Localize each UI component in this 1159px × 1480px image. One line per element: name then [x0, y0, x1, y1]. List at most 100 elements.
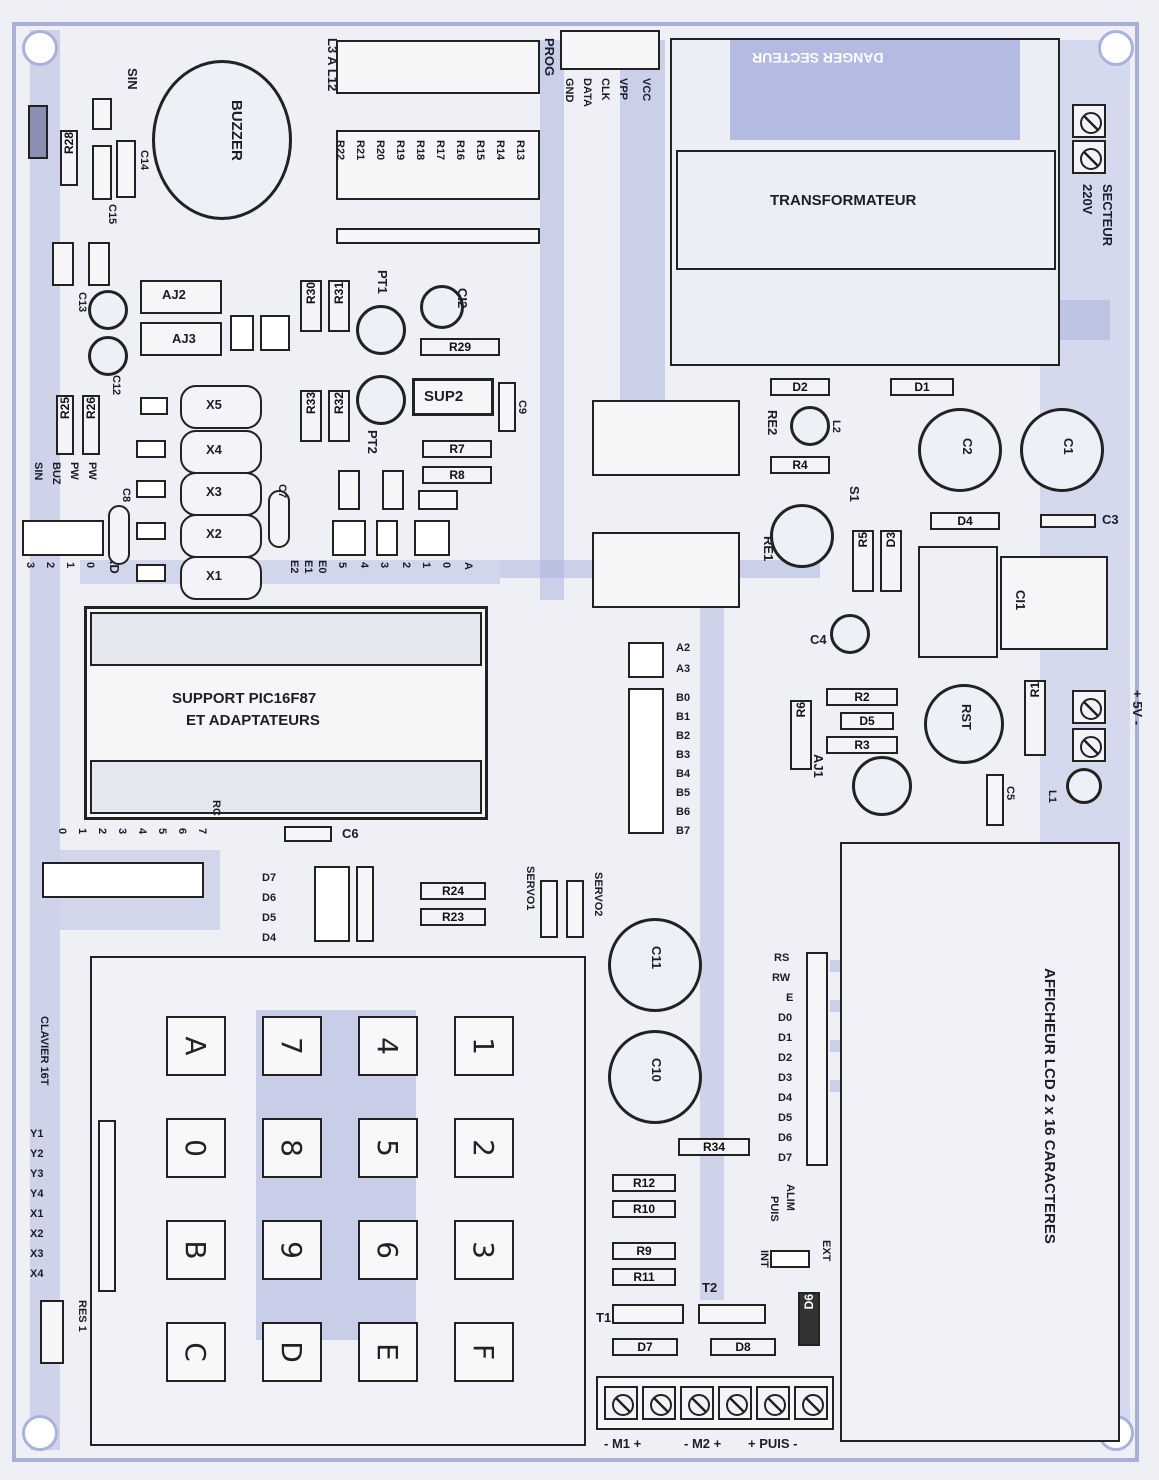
buzzer [152, 60, 292, 220]
c4-label: C4 [810, 632, 827, 647]
key-9[interactable]: 9 [262, 1220, 322, 1280]
gnd-label: GND [563, 78, 575, 103]
terminal-puis-minus[interactable] [794, 1386, 828, 1420]
kp-y1-label: Y1 [30, 1128, 44, 1140]
r15-label: R15 [474, 140, 486, 161]
d-jumper-block [314, 866, 350, 942]
key-8[interactable]: 8 [262, 1118, 322, 1178]
prog-label: PROG [542, 38, 557, 77]
lcd-d4-label: D4 [778, 1092, 793, 1104]
vcc-label: VCC [640, 78, 652, 102]
rd-label-2: 2 [44, 562, 56, 569]
key-1[interactable]: 1 [454, 1016, 514, 1076]
resistor-r4: R4 [770, 456, 830, 474]
power-terminal-2[interactable] [1072, 728, 1106, 762]
rc-jumper-block [42, 862, 204, 898]
rc-label: RC [210, 800, 222, 816]
terminal-m1-plus[interactable] [642, 1386, 676, 1420]
key-f[interactable]: F [454, 1322, 514, 1382]
resistor-r25: R25 [56, 395, 74, 455]
capacitor-c14 [116, 140, 136, 198]
d5-port-label: D5 [262, 912, 277, 924]
m1-label: - M1 + [604, 1436, 642, 1451]
resistor-r23: R23 [420, 908, 486, 926]
aj1-label: AJ1 [811, 754, 826, 778]
pad-block [418, 490, 458, 510]
pad-block [338, 470, 360, 510]
resistor-r34: R34 [678, 1138, 750, 1156]
resistor-r26: R26 [82, 395, 100, 455]
lcd-e-label: E [786, 992, 794, 1004]
key-6[interactable]: 6 [358, 1220, 418, 1280]
resistor-r27 [28, 105, 48, 159]
buzzer-label: BUZZER [228, 100, 245, 161]
key-a[interactable]: A [166, 1016, 226, 1076]
m2-label: - M2 + [684, 1436, 722, 1451]
port-a-jumper [332, 520, 366, 556]
pcb-board: SIN R28 C14 C15 BUZZER C13 C12 AJ2 AJ3 R… [0, 0, 1159, 1480]
capacitor-c5 [986, 774, 1004, 826]
r20-label: R20 [374, 140, 386, 161]
terminal-m2-minus[interactable] [680, 1386, 714, 1420]
key-5[interactable]: 5 [358, 1118, 418, 1178]
key-c[interactable]: C [166, 1322, 226, 1382]
a2-a3-jumper [628, 642, 664, 678]
lcd-d5-label: D5 [778, 1112, 793, 1124]
led-l1 [1066, 768, 1102, 804]
servo2-label: SERVO2 [592, 872, 604, 917]
e1-label: E1 [302, 560, 314, 574]
trimmer-pt2[interactable] [356, 375, 406, 425]
mounting-hole [22, 30, 58, 66]
lcd-header[interactable] [806, 952, 828, 1166]
key-b[interactable]: B [166, 1220, 226, 1280]
x2-jumper [136, 522, 166, 540]
terminal-puis-plus[interactable] [756, 1386, 790, 1420]
key-2[interactable]: 2 [454, 1118, 514, 1178]
keypad-connector[interactable] [98, 1120, 116, 1292]
x1-label: X1 [206, 568, 222, 583]
puis-terminal-label: + PUIS - [748, 1436, 798, 1451]
capacitor-c7 [268, 490, 290, 548]
alim-label: ALIM [784, 1184, 796, 1211]
trimmer-pt1[interactable] [356, 305, 406, 355]
l1-label: L1 [1046, 790, 1058, 803]
resistor-r3: R3 [826, 736, 898, 754]
r18-label: R18 [414, 140, 426, 161]
trimmer-aj1[interactable] [852, 756, 912, 816]
r17-label: R17 [434, 140, 446, 161]
key-e[interactable]: E [358, 1322, 418, 1382]
a2-label: 2 [400, 562, 412, 569]
mains-terminal-1[interactable] [1072, 104, 1106, 138]
servo1-connector[interactable] [540, 880, 558, 938]
resistor-r5: R5 [852, 530, 874, 592]
c10-label: C10 [649, 1058, 664, 1082]
servo2-connector[interactable] [566, 880, 584, 938]
a0-label: 0 [440, 562, 452, 569]
terminal-m1-minus[interactable] [604, 1386, 638, 1420]
prog-header[interactable] [560, 30, 660, 70]
terminal-m2-plus[interactable] [718, 1386, 752, 1420]
a1-label: 1 [420, 562, 432, 569]
kp-x1-label: X1 [30, 1208, 44, 1220]
rd-label-3: 3 [24, 562, 36, 569]
transformer-core [676, 150, 1056, 270]
key-3[interactable]: 3 [454, 1220, 514, 1280]
key-7[interactable]: 7 [262, 1016, 322, 1076]
c1-label: C1 [1061, 438, 1076, 455]
key-0[interactable]: 0 [166, 1118, 226, 1178]
res1-jumper [40, 1300, 64, 1364]
mains-terminal-2[interactable] [1072, 140, 1106, 174]
key-4[interactable]: 4 [358, 1016, 418, 1076]
alim-selector[interactable] [770, 1250, 810, 1268]
switch-s1[interactable] [770, 504, 834, 568]
resistor-r28: R28 [60, 130, 78, 186]
d6-port-label: D6 [262, 892, 277, 904]
jumper [260, 315, 290, 351]
key-d[interactable]: D [262, 1322, 322, 1382]
power-terminal-1[interactable] [1072, 690, 1106, 724]
clk-label: CLK [599, 78, 611, 101]
resistor-r9: R9 [612, 1242, 676, 1260]
b7-label: B7 [676, 825, 691, 837]
mounting-hole [1098, 30, 1134, 66]
c5-label: C5 [1004, 786, 1016, 801]
